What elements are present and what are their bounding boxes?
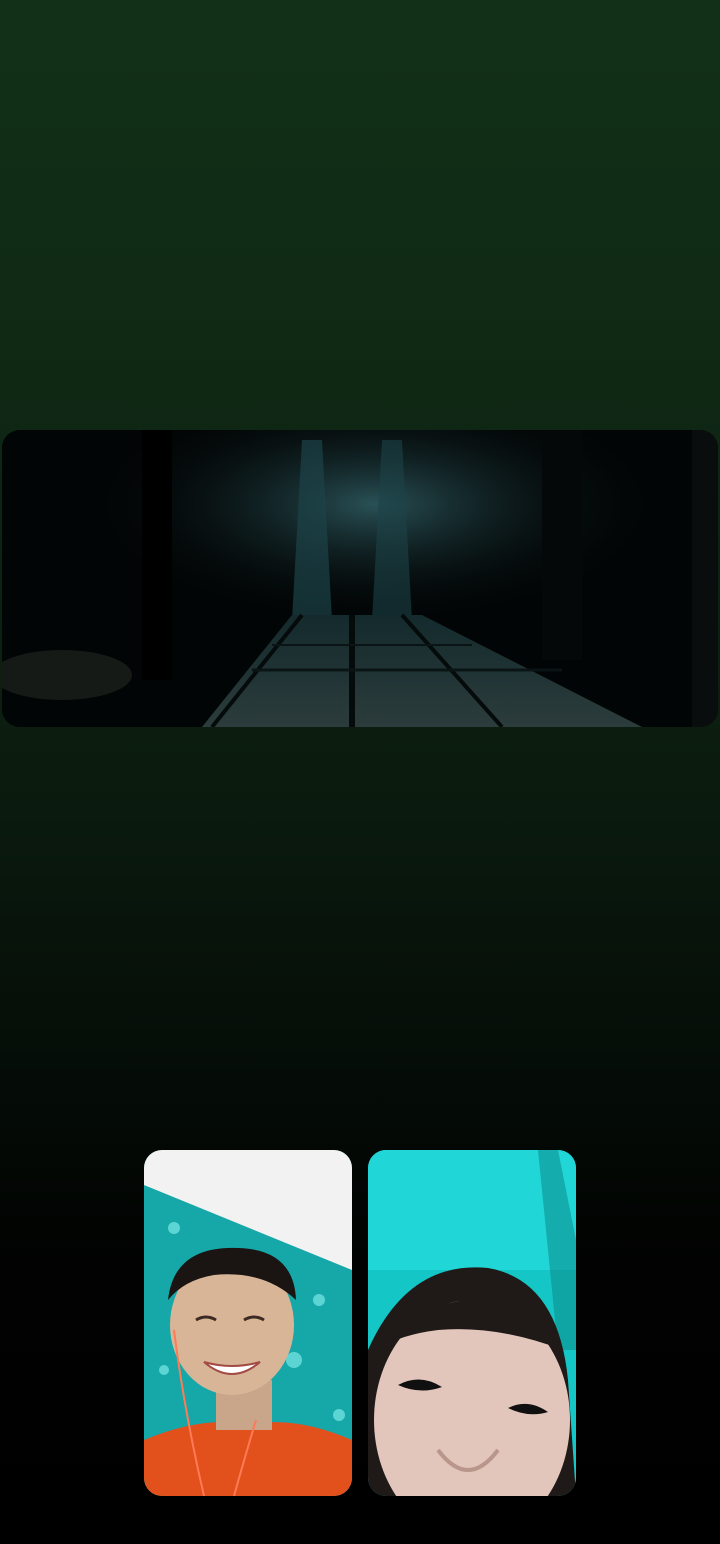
participant-tile-1[interactable] <box>144 1150 352 1496</box>
participant-tile-2[interactable] <box>368 1150 576 1496</box>
shared-video-frame[interactable] <box>2 430 718 727</box>
corridor-video <box>2 430 718 727</box>
participant-2-video <box>368 1150 576 1496</box>
participant-1-video <box>144 1150 352 1496</box>
